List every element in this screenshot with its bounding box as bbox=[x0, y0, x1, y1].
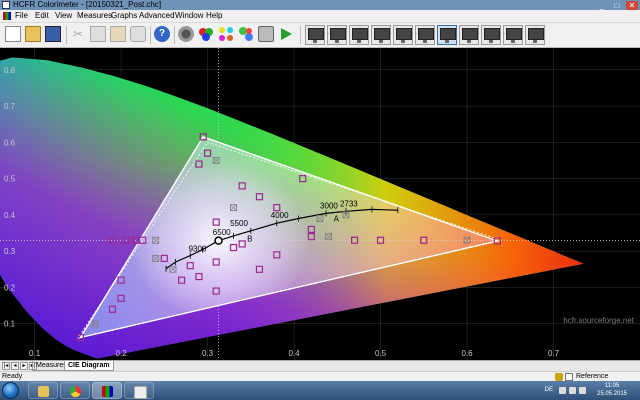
menu-advanced[interactable]: Advanced bbox=[139, 10, 175, 22]
taskbar-paint[interactable] bbox=[124, 382, 154, 399]
view-button-3[interactable] bbox=[349, 25, 369, 45]
view-button-7[interactable] bbox=[437, 25, 457, 45]
y-tick-label: 0.8 bbox=[4, 66, 16, 75]
tab-prev-button[interactable]: ◂ bbox=[11, 362, 19, 370]
view-button-6[interactable] bbox=[415, 25, 435, 45]
y-tick-label: 0.5 bbox=[4, 175, 16, 184]
chrome-icon bbox=[70, 386, 81, 397]
clock[interactable]: 11:05 25.05.2015 bbox=[592, 382, 632, 398]
cct-label: 3000 bbox=[320, 201, 338, 210]
document-icon[interactable] bbox=[3, 12, 11, 20]
menu-bar: File Edit View Measures Graphs Advanced … bbox=[0, 10, 640, 23]
x-tick-label: 0.2 bbox=[116, 349, 128, 358]
menu-window[interactable]: Window bbox=[175, 10, 203, 22]
view-button-8[interactable] bbox=[459, 25, 479, 45]
settings-icon[interactable] bbox=[555, 373, 563, 381]
cie-chart: 0.1 0.2 0.3 0.4 0.5 0.6 0.7 0.1 0.2 0.3 0.4 0.5 0.6 0… bbox=[0, 48, 640, 360]
tab-next-button[interactable]: ▸ bbox=[20, 362, 28, 370]
paste-icon[interactable] bbox=[110, 26, 126, 42]
probe-icon[interactable] bbox=[178, 26, 194, 42]
taskbar: DE 11:05 25.05.2015 bbox=[0, 381, 640, 400]
menu-measures[interactable]: Measures bbox=[77, 10, 112, 22]
menu-graphs[interactable]: Graphs bbox=[111, 10, 137, 22]
title-bar: HCFR Colorimeter - [20150321_Post.chc] _… bbox=[0, 0, 640, 10]
illuminant-label: B bbox=[247, 234, 252, 243]
view-button-10[interactable] bbox=[503, 25, 523, 45]
system-tray: DE 11:05 25.05.2015 bbox=[506, 381, 636, 400]
cct-label: 2733 bbox=[340, 199, 358, 208]
help-icon[interactable]: ? bbox=[154, 26, 170, 42]
menu-edit[interactable]: Edit bbox=[35, 10, 49, 22]
close-button[interactable]: ✕ bbox=[626, 0, 638, 10]
start-button[interactable] bbox=[2, 382, 19, 399]
play-icon[interactable] bbox=[278, 26, 294, 42]
cie-diagram[interactable]: 0.1 0.2 0.3 0.4 0.5 0.6 0.7 0.1 0.2 0.3 0.4 0.5 0.6 0… bbox=[0, 48, 640, 360]
taskbar-hcfr[interactable] bbox=[92, 382, 122, 399]
rgb-icon[interactable] bbox=[198, 26, 214, 42]
x-tick-label: 0.6 bbox=[461, 349, 473, 358]
view-button-9[interactable] bbox=[481, 25, 501, 45]
camera-icon[interactable] bbox=[258, 26, 274, 42]
calibration-icon[interactable] bbox=[238, 26, 254, 42]
measure-colors-icon[interactable] bbox=[218, 26, 234, 42]
view-button-5[interactable] bbox=[393, 25, 413, 45]
toolbar: ✂ ? bbox=[0, 23, 640, 48]
y-tick-label: 0.7 bbox=[4, 102, 16, 111]
open-icon[interactable] bbox=[25, 26, 41, 42]
y-tick-label: 0.1 bbox=[4, 320, 16, 329]
minimize-button[interactable]: _ bbox=[596, 1, 608, 10]
copy-icon[interactable] bbox=[90, 26, 106, 42]
view-button-11[interactable] bbox=[525, 25, 545, 45]
clock-time: 11:05 bbox=[604, 383, 620, 389]
clock-date: 25.05.2015 bbox=[596, 391, 628, 397]
x-tick-label: 0.1 bbox=[29, 349, 41, 358]
folder-icon bbox=[38, 386, 49, 397]
view-button-2[interactable] bbox=[327, 25, 347, 45]
cct-label: 6500 bbox=[213, 228, 231, 237]
maximize-button[interactable]: □ bbox=[611, 1, 623, 10]
tab-first-button[interactable]: |◂ bbox=[2, 362, 10, 370]
hcfr-icon bbox=[102, 386, 113, 397]
taskbar-explorer[interactable] bbox=[28, 382, 58, 399]
network-icon[interactable] bbox=[569, 387, 576, 394]
new-icon[interactable] bbox=[5, 26, 21, 42]
taskbar-chrome[interactable] bbox=[60, 382, 90, 399]
cct-label: 4000 bbox=[271, 211, 289, 220]
print-icon[interactable] bbox=[130, 26, 146, 42]
cut-icon[interactable]: ✂ bbox=[70, 26, 86, 42]
y-tick-label: 0.2 bbox=[4, 283, 16, 292]
paint-icon bbox=[134, 386, 147, 399]
view-button-1[interactable] bbox=[305, 25, 325, 45]
volume-icon[interactable] bbox=[579, 387, 586, 394]
language-indicator[interactable]: DE bbox=[545, 387, 553, 393]
menu-view[interactable]: View bbox=[55, 10, 72, 22]
white-point bbox=[214, 236, 223, 245]
view-button-4[interactable] bbox=[371, 25, 391, 45]
x-tick-label: 0.5 bbox=[375, 349, 387, 358]
x-tick-label: 0.4 bbox=[288, 349, 300, 358]
cct-label: 9300 bbox=[189, 245, 207, 254]
x-tick-label: 0.3 bbox=[202, 349, 214, 358]
illuminant-label: A bbox=[334, 214, 340, 223]
tab-cie-diagram[interactable]: CIE Diagram bbox=[64, 361, 114, 371]
cct-label: 5500 bbox=[230, 219, 248, 228]
y-tick-label: 0.4 bbox=[4, 211, 16, 220]
window-title: HCFR Colorimeter - [20150321_Post.chc] bbox=[13, 0, 162, 9]
flag-icon[interactable] bbox=[559, 387, 566, 394]
save-icon[interactable] bbox=[45, 26, 61, 42]
app-icon bbox=[2, 1, 10, 9]
menu-file[interactable]: File bbox=[15, 10, 28, 22]
menu-help[interactable]: Help bbox=[206, 10, 222, 22]
watermark: hcfr.sourceforge.net bbox=[563, 316, 634, 325]
y-tick-label: 0.3 bbox=[4, 247, 16, 256]
y-tick-label: 0.6 bbox=[4, 138, 16, 147]
x-tick-label: 0.7 bbox=[548, 349, 560, 358]
reference-checkbox[interactable] bbox=[565, 373, 573, 381]
